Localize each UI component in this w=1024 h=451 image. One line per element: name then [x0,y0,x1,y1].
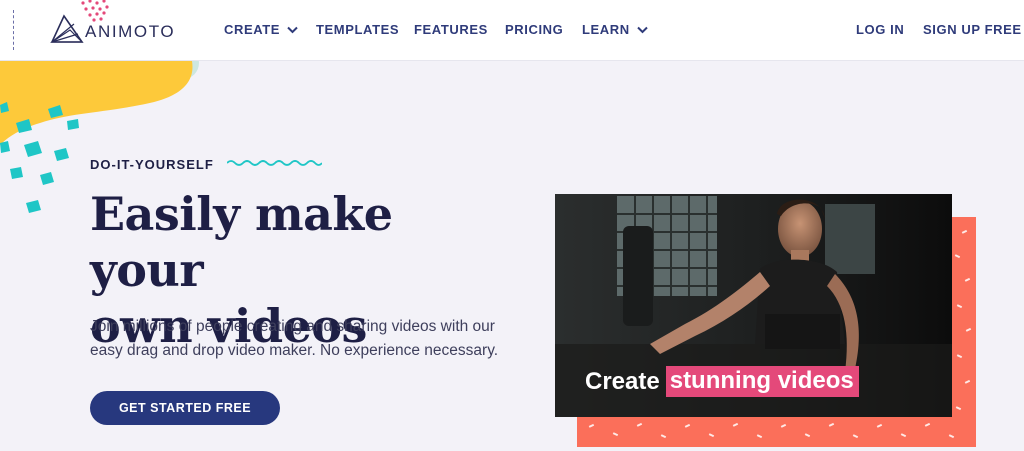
nav-features-label: FEATURES [414,22,488,37]
nav-templates-label: TEMPLATES [316,22,400,37]
caption-plain-text: Create [585,367,660,395]
nav-pricing-label: PRICING [505,22,564,37]
chevron-down-icon [637,26,648,33]
video-caption: Create stunning videos [585,366,859,397]
headline-line-1: Easily make your [90,187,393,297]
decorative-brushstrokes-icon [0,102,79,213]
wave-divider-icon [227,160,322,166]
signup-label: SIGN UP FREE [923,22,1022,37]
site-header: ANIMOTO CREATE TEMPLATES FEATURES PRICIN… [0,0,1024,61]
nav-create-label: CREATE [224,22,281,37]
hero-subtext: Join millions of people creating and sha… [90,318,499,359]
hero-eyebrow: DO-IT-YOURSELF [90,157,214,172]
nav-learn[interactable]: LEARN [582,22,648,37]
nav-learn-label: LEARN [582,22,630,37]
get-started-button[interactable]: GET STARTED FREE [90,391,280,425]
edge-fragment [0,10,14,50]
chevron-down-icon [287,26,298,33]
nav-create[interactable]: CREATE [224,22,298,37]
hero-video[interactable]: Create stunning videos [555,194,952,417]
nav-features[interactable]: FEATURES [414,22,488,37]
login-link[interactable]: LOG IN [856,22,904,37]
nav-pricing[interactable]: PRICING [505,22,563,37]
decorative-dots-icon [81,0,109,22]
signup-link[interactable]: SIGN UP FREE [923,22,1022,37]
logo-text: ANIMOTO [85,22,176,41]
caption-highlight-text: stunning videos [665,366,859,397]
login-label: LOG IN [856,22,905,37]
nav-templates[interactable]: TEMPLATES [316,22,399,37]
